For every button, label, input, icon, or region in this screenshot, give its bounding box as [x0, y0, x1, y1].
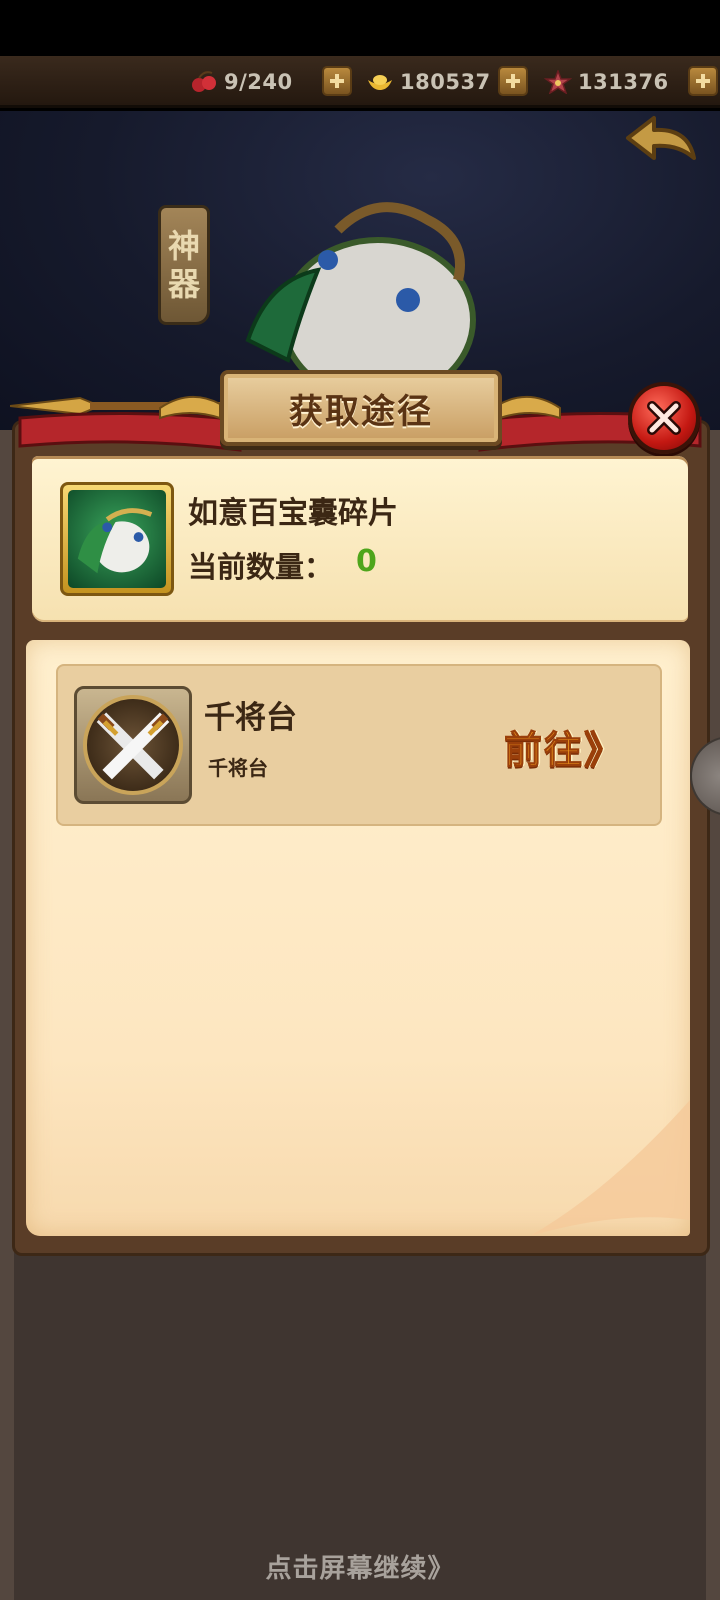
back-button[interactable]: [622, 112, 700, 176]
item-fragment-icon: [60, 482, 174, 596]
paper-curl-decoration: [500, 1100, 690, 1236]
gold-value: 180537: [400, 70, 491, 94]
honor-value: 131376: [578, 70, 669, 94]
gold-ingot-icon: [366, 70, 394, 94]
dialog-title: 获取途径: [289, 391, 433, 432]
tag-char-1: 神: [167, 227, 200, 265]
goto-source-button[interactable]: 前往》: [504, 718, 634, 774]
resource-bar: 9/240 180537 131376: [0, 56, 720, 108]
plus-icon: [506, 74, 520, 88]
item-count-value: 0: [356, 544, 377, 579]
plus-icon: [696, 74, 710, 88]
gold-counter: 180537: [366, 66, 491, 98]
star-badge-icon: [543, 68, 573, 95]
cherries-icon: [190, 70, 218, 94]
plus-icon: [330, 74, 344, 88]
item-count-label: 当前数量：: [188, 550, 334, 584]
source-subtitle: 千将台: [208, 756, 268, 780]
add-honor-button[interactable]: [688, 66, 718, 96]
crossed-swords-icon: [74, 686, 192, 804]
stamina-counter: 9/240: [190, 66, 293, 98]
stamina-value: 9/240: [224, 70, 293, 94]
artifact-category-tag: 神 器: [158, 205, 210, 325]
artifact-bag-image: [228, 190, 508, 403]
item-name: 如意百宝囊碎片: [188, 496, 398, 531]
close-icon: [647, 401, 681, 435]
add-stamina-button[interactable]: [322, 66, 352, 96]
close-button[interactable]: [628, 382, 700, 454]
tap-to-continue-hint[interactable]: 点击屏幕继续》: [0, 1548, 720, 1585]
back-arrow-icon: [626, 116, 696, 160]
tag-char-2: 器: [167, 265, 200, 303]
add-gold-button[interactable]: [498, 66, 528, 96]
dialog-title-plaque: 获取途径: [220, 370, 502, 446]
system-status-bar: [0, 0, 720, 56]
honor-counter: 131376: [543, 66, 669, 98]
source-title: 千将台: [204, 700, 297, 736]
